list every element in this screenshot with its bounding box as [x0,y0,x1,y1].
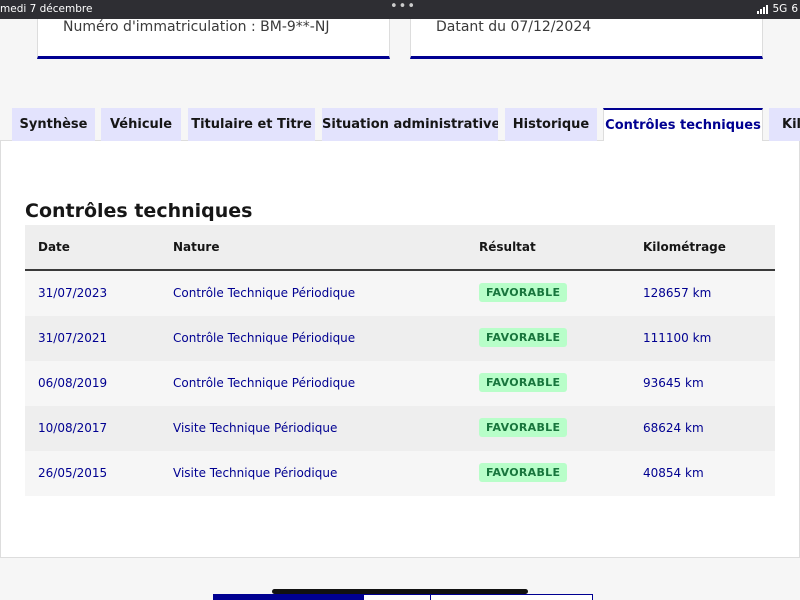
row-mileage: 40854 km [643,466,704,480]
tab-vehicule[interactable]: Véhicule [101,108,181,141]
row-date: 31/07/2023 [38,286,108,300]
table-header: Date Nature Résultat Kilométrage [25,225,775,271]
row-date: 26/05/2015 [38,466,108,480]
tab-bar: Synthèse Véhicule Titulaire et Titre Sit… [0,108,800,141]
section-title: Contrôles techniques [25,200,253,222]
registration-number: Numéro d'immatriculation : BM-9**-NJ [63,19,330,35]
row-date: 06/08/2019 [38,376,108,390]
status-right: 5G 6 [757,3,798,15]
signal-icon [757,4,769,14]
table-row: 26/05/2015 Visite Technique Périodique F… [25,451,775,496]
battery-label: 6 [791,3,798,15]
bottom-secondary-button[interactable] [363,594,593,600]
multitask-dots-icon[interactable]: ••• [390,0,416,14]
tab-kilometrage[interactable]: Kilo [769,108,800,141]
tab-historique[interactable]: Historique [505,108,597,141]
bottom-primary-button[interactable] [213,594,363,600]
network-label: 5G [772,3,788,15]
row-mileage: 93645 km [643,376,704,390]
row-nature: Contrôle Technique Périodique [173,286,356,300]
inspections-table: Date Nature Résultat Kilométrage 31/07/2… [25,225,775,496]
row-nature: Visite Technique Périodique [173,466,338,480]
column-header-nature: Nature [173,240,220,254]
row-date: 10/08/2017 [38,421,108,435]
tab-synthese[interactable]: Synthèse [12,108,95,141]
row-nature: Contrôle Technique Périodique [173,331,356,345]
result-badge: FAVORABLE [479,418,568,437]
row-date: 31/07/2021 [38,331,108,345]
registration-card: Numéro d'immatriculation : BM-9**-NJ [37,19,390,59]
table-row: 10/08/2017 Visite Technique Périodique F… [25,406,775,451]
row-nature: Visite Technique Périodique [173,421,338,435]
bottom-divider [430,594,431,600]
row-mileage: 68624 km [643,421,704,435]
tab-titulaire-titre[interactable]: Titulaire et Titre [188,108,315,141]
row-mileage: 128657 km [643,286,712,300]
status-time: medi 7 décembre [0,3,93,15]
column-header-mileage: Kilométrage [643,240,726,254]
table-row: 06/08/2019 Contrôle Technique Périodique… [25,361,775,406]
result-badge: FAVORABLE [479,463,568,482]
status-bar: medi 7 décembre ••• 5G 6 [0,0,800,19]
date-card: Datant du 07/12/2024 [410,19,763,59]
home-indicator[interactable] [272,589,528,594]
row-mileage: 111100 km [643,331,712,345]
column-header-result: Résultat [479,240,536,254]
table-row: 31/07/2021 Contrôle Technique Périodique… [25,316,775,361]
tab-controles-techniques[interactable]: Contrôles techniques [603,108,763,141]
row-nature: Contrôle Technique Périodique [173,376,356,390]
report-date: Datant du 07/12/2024 [436,19,592,35]
tab-situation-administrative[interactable]: Situation administrative [322,108,498,141]
result-badge: FAVORABLE [479,373,568,392]
result-badge: FAVORABLE [479,283,568,302]
table-row: 31/07/2023 Contrôle Technique Périodique… [25,271,775,316]
column-header-date: Date [38,240,70,254]
result-badge: FAVORABLE [479,328,568,347]
